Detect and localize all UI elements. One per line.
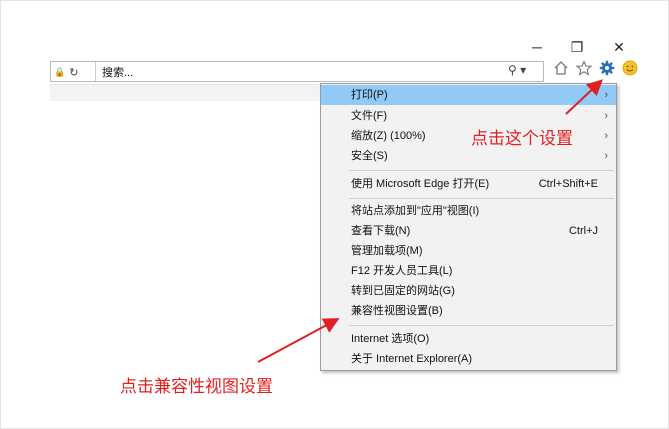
annotation-compat: 点击兼容性视图设置 xyxy=(120,377,273,397)
annotation-arrows xyxy=(257,79,603,363)
arrow-to-compat xyxy=(257,318,340,363)
arrow-to-gear xyxy=(565,79,603,115)
annotation-settings: 点击这个设置 xyxy=(471,129,573,149)
